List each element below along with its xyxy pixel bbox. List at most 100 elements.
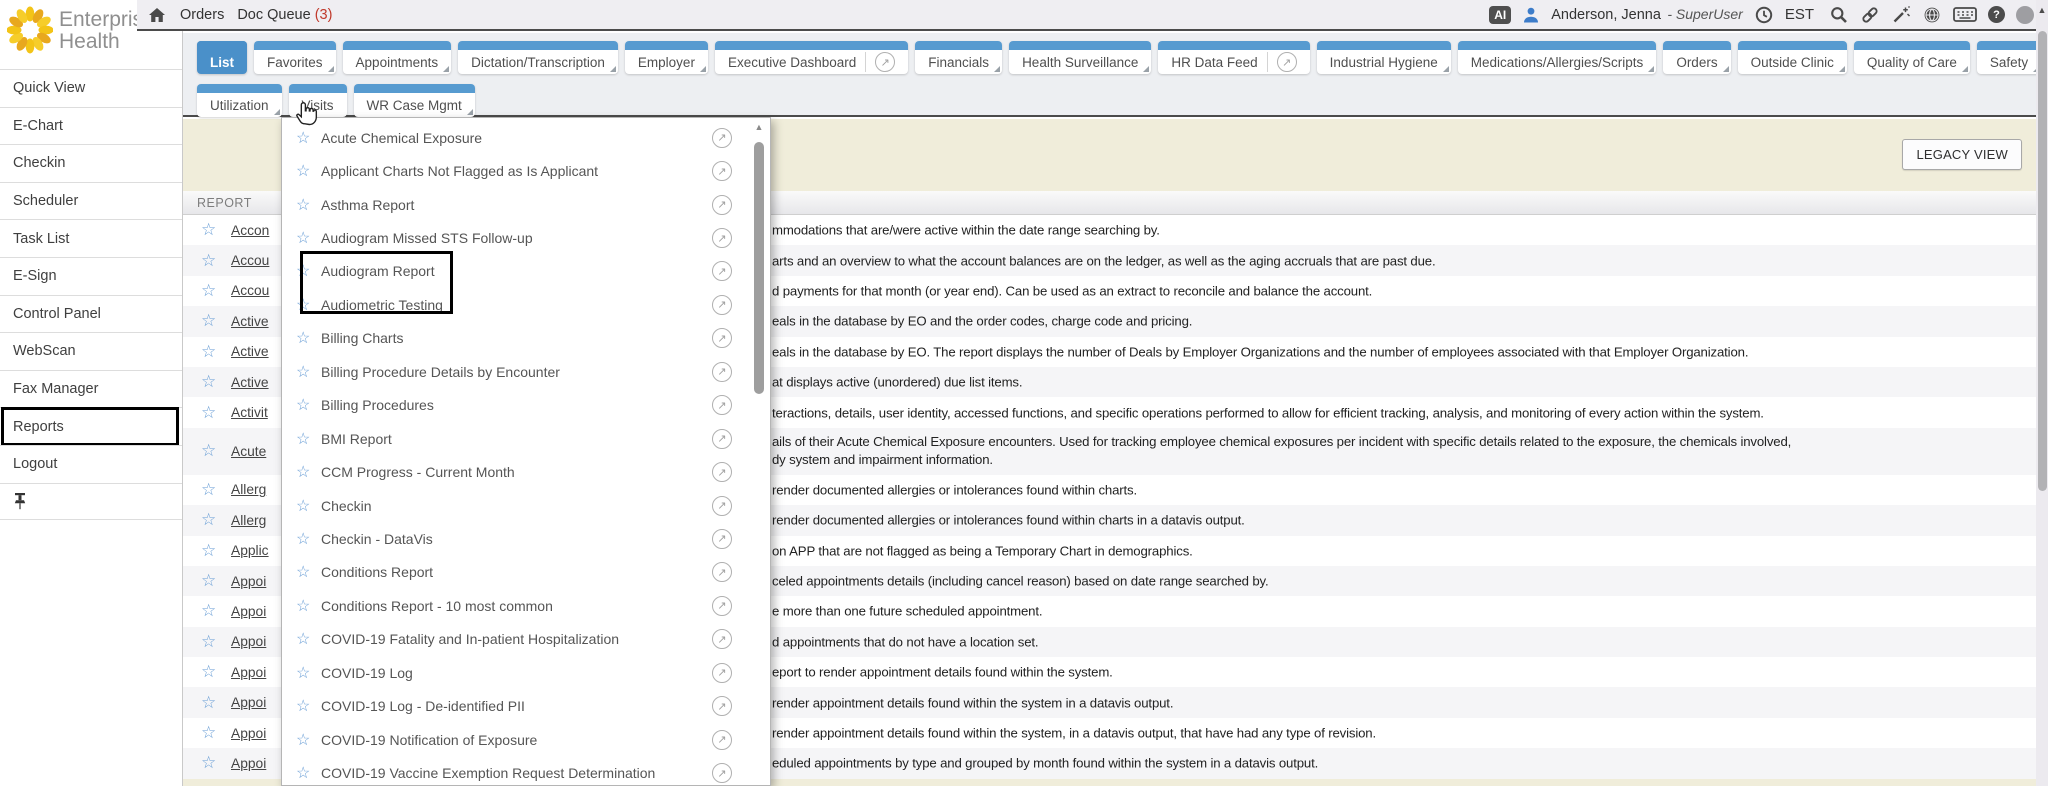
report-link[interactable]: Active	[231, 314, 269, 329]
favorite-star-icon[interactable]: ☆	[201, 342, 231, 362]
sidebar-item-control-panel[interactable]: Control Panel	[0, 295, 182, 333]
favorite-star-icon[interactable]: ☆	[201, 541, 231, 561]
menu-item-bmi-report[interactable]: ☆BMI Report↗	[282, 422, 770, 455]
menu-item-checkin-datavis[interactable]: ☆Checkin - DataVis↗	[282, 522, 770, 555]
presence-status-icon[interactable]	[2016, 6, 2034, 24]
tab-financials[interactable]: Financials	[915, 41, 1002, 74]
favorite-star-icon[interactable]: ☆	[201, 510, 231, 530]
tab-executive-dashboard[interactable]: Executive Dashboard ↗	[715, 41, 908, 74]
open-in-new-icon[interactable]: ↗	[712, 128, 732, 148]
search-icon[interactable]	[1829, 5, 1849, 25]
dropdown-scrollbar-thumb[interactable]	[754, 142, 764, 394]
sidebar-pin-row[interactable]	[0, 483, 182, 521]
tab-outside-clinic[interactable]: Outside Clinic	[1738, 41, 1847, 74]
favorite-star-icon[interactable]: ☆	[201, 693, 231, 713]
report-link[interactable]: Appoi	[231, 574, 266, 589]
report-link[interactable]: Appoi	[231, 604, 266, 619]
menu-item-checkin[interactable]: ☆Checkin↗	[282, 489, 770, 522]
open-in-new-icon[interactable]: ↗	[712, 429, 732, 449]
report-link[interactable]: Appoi	[231, 756, 266, 771]
tab-list[interactable]: List	[197, 41, 247, 74]
menu-item-billing-charts[interactable]: ☆Billing Charts↗	[282, 322, 770, 355]
scroll-up-arrow-icon[interactable]: ▲	[2036, 0, 2048, 16]
favorite-star-icon[interactable]: ☆	[296, 629, 321, 649]
menu-item-covid-log[interactable]: ☆COVID-19 Log↗	[282, 656, 770, 689]
favorite-star-icon[interactable]: ☆	[201, 403, 231, 423]
favorite-star-icon[interactable]: ☆	[296, 295, 321, 315]
ai-badge[interactable]: AI	[1489, 6, 1511, 24]
favorite-star-icon[interactable]: ☆	[296, 696, 321, 716]
sidebar-item-e-sign[interactable]: E-Sign	[0, 257, 182, 295]
page-scrollbar-thumb[interactable]	[2038, 31, 2047, 491]
clock-icon[interactable]	[1754, 5, 1774, 25]
favorite-star-icon[interactable]: ☆	[296, 395, 321, 415]
open-in-new-icon[interactable]: ↗	[875, 52, 895, 72]
sidebar-item-scheduler[interactable]: Scheduler	[0, 182, 182, 220]
tab-wr-case-mgmt[interactable]: WR Case Mgmt	[354, 84, 475, 117]
favorite-star-icon[interactable]: ☆	[296, 663, 321, 683]
report-link[interactable]: Applic	[231, 543, 269, 558]
tab-orders[interactable]: Orders	[1663, 41, 1730, 74]
open-in-new-icon[interactable]: ↗	[712, 763, 732, 783]
open-in-new-icon[interactable]: ↗	[712, 161, 732, 181]
favorite-star-icon[interactable]: ☆	[296, 562, 321, 582]
favorite-star-icon[interactable]: ☆	[201, 601, 231, 621]
sidebar-item-checkin[interactable]: Checkin	[0, 144, 182, 182]
legacy-view-button[interactable]: LEGACY VIEW	[1902, 139, 2022, 170]
open-in-new-icon[interactable]: ↗	[712, 562, 732, 582]
favorite-star-icon[interactable]: ☆	[296, 763, 321, 783]
open-in-new-icon[interactable]: ↗	[712, 195, 732, 215]
report-link[interactable]: Appoi	[231, 695, 266, 710]
tab-safety[interactable]: Safety	[1977, 41, 2041, 74]
report-link[interactable]: Accou	[231, 253, 269, 268]
favorite-star-icon[interactable]: ☆	[201, 662, 231, 682]
favorite-star-icon[interactable]: ☆	[201, 571, 231, 591]
favorite-star-icon[interactable]: ☆	[296, 730, 321, 750]
home-icon[interactable]	[147, 5, 167, 25]
open-in-new-icon[interactable]: ↗	[712, 529, 732, 549]
menu-item-billing-procedures[interactable]: ☆Billing Procedures↗	[282, 389, 770, 422]
sidebar-item-quick-view[interactable]: Quick View	[0, 69, 182, 107]
breadcrumb-doc-queue[interactable]: Doc Queue (3)	[237, 7, 332, 23]
favorite-star-icon[interactable]: ☆	[201, 723, 231, 743]
pin-icon[interactable]	[13, 492, 27, 510]
favorite-star-icon[interactable]: ☆	[296, 529, 321, 549]
report-link[interactable]: Allerg	[231, 513, 266, 528]
report-link[interactable]: Acute	[231, 444, 266, 459]
favorite-star-icon[interactable]: ☆	[201, 441, 231, 461]
link-icon[interactable]	[1860, 5, 1880, 25]
keyboard-icon[interactable]	[1953, 6, 1977, 23]
tab-dictation-transcription[interactable]: Dictation/Transcription	[458, 41, 618, 74]
tab-appointments[interactable]: Appointments	[343, 41, 452, 74]
report-link[interactable]: Accon	[231, 223, 269, 238]
help-icon[interactable]: ?	[1988, 6, 2005, 23]
menu-item-audiogram-missed-sts[interactable]: ☆Audiogram Missed STS Follow-up↗	[282, 221, 770, 254]
menu-item-audiometric-testing[interactable]: ☆Audiometric Testing↗	[282, 288, 770, 321]
menu-item-covid-fatality[interactable]: ☆COVID-19 Fatality and In-patient Hospit…	[282, 623, 770, 656]
globe-icon[interactable]	[1922, 5, 1942, 25]
sidebar-item-reports[interactable]: Reports	[0, 407, 182, 445]
report-link[interactable]: Appoi	[231, 665, 266, 680]
menu-item-billing-procedure-details[interactable]: ☆Billing Procedure Details by Encounter↗	[282, 355, 770, 388]
open-in-new-icon[interactable]: ↗	[712, 696, 732, 716]
report-link[interactable]: Allerg	[231, 482, 266, 497]
menu-item-covid-log-pii[interactable]: ☆COVID-19 Log - De-identified PII↗	[282, 689, 770, 722]
favorite-star-icon[interactable]: ☆	[201, 753, 231, 773]
tab-employer[interactable]: Employer	[625, 41, 708, 74]
scroll-up-arrow-icon[interactable]: ▲	[752, 122, 766, 136]
favorite-star-icon[interactable]: ☆	[201, 220, 231, 240]
tab-industrial-hygiene[interactable]: Industrial Hygiene	[1317, 41, 1451, 74]
favorite-star-icon[interactable]: ☆	[201, 281, 231, 301]
tab-health-surveillance[interactable]: Health Surveillance	[1009, 41, 1151, 74]
sidebar-item-e-chart[interactable]: E-Chart	[0, 107, 182, 145]
sidebar-item-fax-manager[interactable]: Fax Manager	[0, 370, 182, 408]
open-in-new-icon[interactable]: ↗	[712, 362, 732, 382]
favorite-star-icon[interactable]: ☆	[296, 228, 321, 248]
tab-medications-allergies-scripts[interactable]: Medications/Allergies/Scripts	[1458, 41, 1657, 74]
tab-visits[interactable]: Visits	[289, 84, 347, 117]
favorite-star-icon[interactable]: ☆	[296, 161, 321, 181]
tab-hr-data-feed[interactable]: HR Data Feed ↗	[1158, 41, 1309, 74]
favorite-star-icon[interactable]: ☆	[296, 195, 321, 215]
menu-item-acute-chemical-exposure[interactable]: ☆Acute Chemical Exposure↗	[282, 121, 770, 154]
favorite-star-icon[interactable]: ☆	[201, 311, 231, 331]
